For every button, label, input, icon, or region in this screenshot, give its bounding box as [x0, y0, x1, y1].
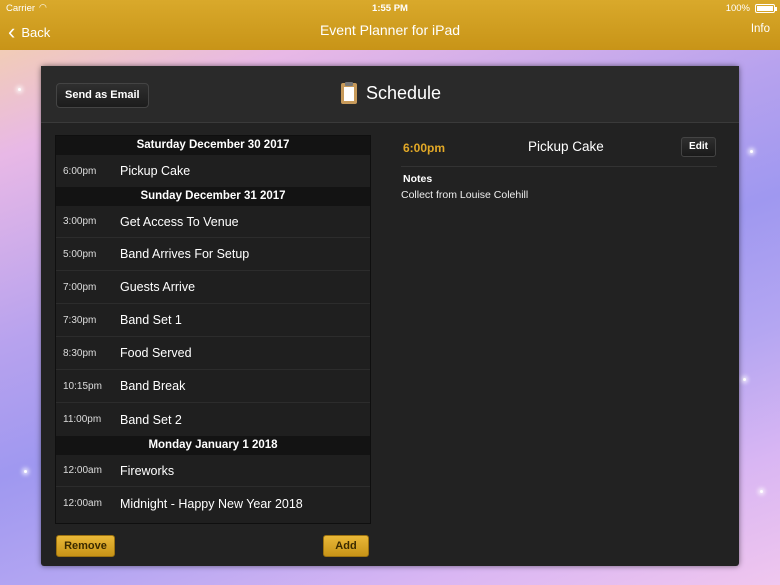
- schedule-row[interactable]: 7:30pm Band Set 1: [56, 304, 370, 337]
- add-button[interactable]: Add: [323, 535, 369, 557]
- row-name: Get Access To Venue: [120, 214, 239, 229]
- notes-label: Notes: [403, 173, 433, 185]
- row-name: Band Set 2: [120, 412, 182, 427]
- status-bar: Carrier ◠ 1:55 PM 100%: [0, 0, 780, 17]
- status-time: 1:55 PM: [372, 3, 408, 14]
- edit-button[interactable]: Edit: [681, 137, 716, 157]
- clipboard-icon: [341, 82, 357, 104]
- remove-button[interactable]: Remove: [56, 535, 115, 557]
- row-time: 6:00pm: [63, 165, 97, 177]
- background-sparkle: [18, 88, 21, 91]
- day-header: Monday January 1 2018: [56, 436, 370, 455]
- notes-text: Collect from Louise Colehill: [401, 189, 529, 201]
- row-name: Pickup Cake: [120, 164, 191, 178]
- row-name: Band Arrives For Setup: [120, 247, 250, 261]
- schedule-row[interactable]: 7:00pm Guests Arrive: [56, 271, 370, 304]
- day-header: Sunday December 31 2017: [56, 187, 370, 206]
- battery-icon: [755, 4, 777, 13]
- schedule-row[interactable]: 12:00am Fireworks: [56, 455, 370, 487]
- row-time: 11:00pm: [63, 414, 102, 425]
- schedule-row[interactable]: 6:00pm Pickup Cake: [56, 155, 370, 187]
- row-name: Food Served: [120, 346, 192, 360]
- detail-name: Pickup Cake: [528, 139, 604, 154]
- schedule-row[interactable]: 3:00pm Get Access To Venue: [56, 206, 370, 238]
- schedule-panel: Send as Email Schedule Saturday December…: [41, 66, 739, 566]
- row-name: Band Break: [120, 379, 186, 393]
- navigation-bar: ‹ Back Event Planner for iPad Info: [0, 17, 780, 50]
- background-sparkle: [760, 490, 763, 493]
- row-name: Guests Arrive: [120, 280, 196, 294]
- row-time: 5:00pm: [63, 248, 97, 260]
- row-time: 3:00pm: [63, 216, 97, 227]
- schedule-list: Saturday December 30 2017 6:00pm Pickup …: [55, 135, 371, 524]
- background-sparkle: [743, 378, 746, 381]
- detail-divider: [401, 166, 717, 167]
- row-name: Midnight - Happy New Year 2018: [120, 496, 303, 511]
- schedule-row[interactable]: 11:00pm Band Set 2: [56, 403, 370, 436]
- background-sparkle: [750, 150, 753, 153]
- schedule-title: Schedule: [341, 82, 442, 104]
- schedule-row[interactable]: 8:30pm Food Served: [56, 337, 370, 370]
- schedule-row[interactable]: 12:00am Midnight - Happy New Year 2018: [56, 487, 370, 520]
- send-as-email-button[interactable]: Send as Email: [56, 83, 149, 108]
- row-name: Fireworks: [120, 463, 175, 478]
- row-time: 8:30pm: [63, 347, 97, 359]
- row-time: 7:30pm: [63, 314, 97, 326]
- row-time: 10:15pm: [63, 380, 102, 392]
- detail-time: 6:00pm: [403, 141, 446, 155]
- app-title: Event Planner for iPad: [319, 22, 461, 38]
- schedule-row[interactable]: 5:00pm Band Arrives For Setup: [56, 238, 370, 271]
- panel-header: Send as Email Schedule: [41, 66, 739, 123]
- battery-percent: 100%: [725, 3, 750, 14]
- row-name: Band Set 1: [120, 313, 182, 327]
- info-button[interactable]: Info: [751, 23, 770, 35]
- row-time: 12:00am: [63, 465, 102, 476]
- schedule-title-text: Schedule: [366, 83, 442, 103]
- row-time: 12:00am: [63, 498, 102, 509]
- row-time: 7:00pm: [63, 281, 97, 293]
- background-sparkle: [24, 470, 27, 473]
- schedule-row[interactable]: 10:15pm Band Break: [56, 370, 370, 403]
- day-header: Saturday December 30 2017: [56, 136, 370, 155]
- top-bar: Carrier ◠ 1:55 PM 100% ‹ Back Event Plan…: [0, 0, 780, 50]
